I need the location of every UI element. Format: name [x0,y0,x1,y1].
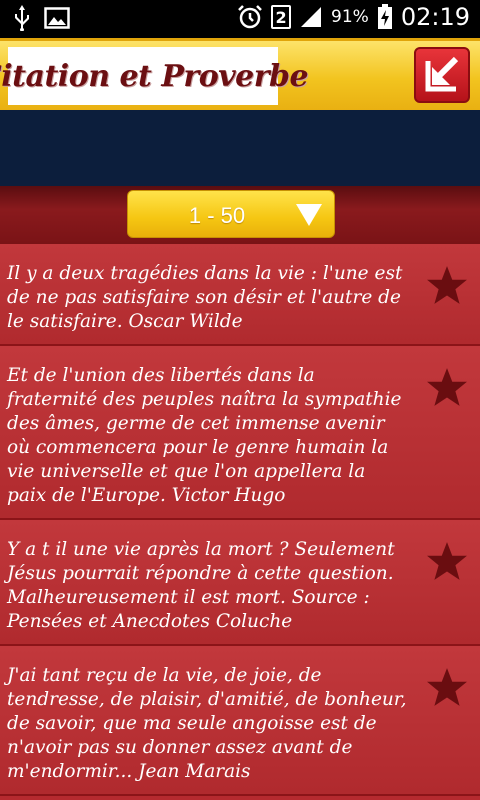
image-notification-icon [44,7,70,29]
quote-text: Il y a deux tragédies dans la vie : l'un… [7,263,403,332]
app-header: Citation et Proverbe [0,38,480,110]
status-bar: 2 91% 02:19 [0,0,480,38]
notification-icons [14,5,70,31]
list-item[interactable]: Y a t il une vie après la mort ? Seuleme… [0,520,480,646]
star-icon[interactable] [426,540,468,582]
usb-icon [15,5,29,31]
range-dropdown-value: 1 - 50 [188,203,246,228]
quote-text: Et de l'union des libertés dans la frate… [7,365,402,506]
app-logo: Citation et Proverbe [0,47,309,105]
list-item[interactable]: J'ai tant reçu de la vie, de joie, de te… [0,646,480,796]
battery-percent: 91% [331,7,369,27]
star-icon[interactable] [426,666,468,708]
ad-banner [0,110,480,186]
range-strip: 1 - 50 [0,186,480,244]
star-icon[interactable] [426,366,468,408]
list-item[interactable]: Et de l'union des libertés dans la frate… [0,346,480,520]
chevron-down-icon [296,204,322,226]
battery-charging-icon [377,4,392,29]
signal-icon [301,7,322,27]
star-icon[interactable] [426,264,468,306]
quote-text: Y a t il une vie après la mort ? Seuleme… [7,539,395,632]
alarm-icon [238,5,262,29]
arrow-down-left-icon [425,56,459,92]
quote-list: Il y a deux tragédies dans la vie : l'un… [0,244,480,800]
sim-indicator-icon: 2 [271,5,292,29]
list-item[interactable]: Il y a deux tragédies dans la vie : l'un… [0,244,480,346]
quote-text: J'ai tant reçu de la vie, de joie, de te… [7,665,407,782]
range-dropdown[interactable]: 1 - 50 [127,190,335,238]
back-button[interactable] [414,47,470,103]
clock: 02:19 [400,3,470,31]
logo-text: Citation et Proverbe [0,58,309,94]
